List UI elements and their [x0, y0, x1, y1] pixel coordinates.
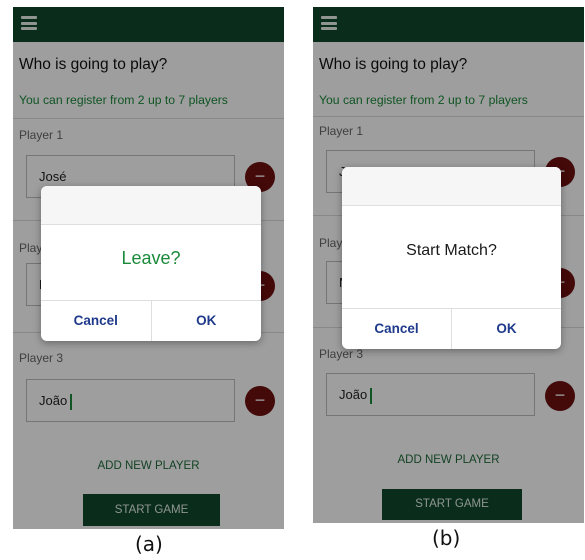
ok-button[interactable]: OK — [451, 309, 561, 349]
dialog-message: Start Match? — [406, 242, 497, 259]
start-match-dialog: Start Match? Cancel OK — [342, 167, 561, 349]
screen-a: Who is going to play? You can register f… — [13, 7, 284, 529]
dialog-buttons: Cancel OK — [41, 300, 261, 341]
leave-dialog: Leave? Cancel OK — [41, 186, 261, 341]
cancel-button[interactable]: Cancel — [41, 301, 151, 341]
dialog-message: Leave? — [121, 248, 181, 268]
dialog-header — [41, 186, 261, 225]
caption-a: (a) — [135, 532, 163, 556]
cancel-button[interactable]: Cancel — [342, 309, 451, 349]
screen-b: Who is going to play? You can register f… — [313, 7, 584, 523]
caption-b: (b) — [432, 526, 461, 550]
dialog-buttons: Cancel OK — [342, 308, 561, 349]
ok-button[interactable]: OK — [150, 301, 262, 341]
dialog-header — [342, 167, 561, 206]
